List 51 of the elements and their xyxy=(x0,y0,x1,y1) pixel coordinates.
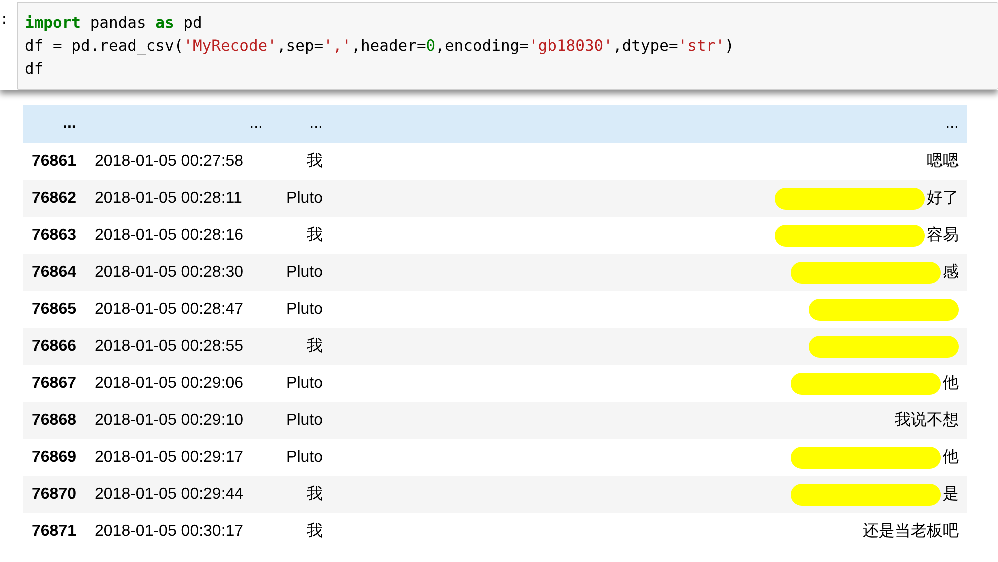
speaker-cell: 我 xyxy=(307,523,323,540)
code-line: import pandas as pd xyxy=(25,13,204,34)
message-cell-text: 容易 xyxy=(927,226,959,246)
row-index: 76865 xyxy=(32,300,76,318)
message-cell-text: 他 xyxy=(943,448,959,468)
row-index: 76868 xyxy=(32,412,76,428)
speaker-cell: Pluto xyxy=(286,448,323,466)
row-index: 76869 xyxy=(32,448,76,466)
time-cell: 2018-01-05 00:29:06 xyxy=(95,374,244,392)
speaker-cell: ... xyxy=(310,115,323,132)
message-cell-text: 他 xyxy=(943,374,959,394)
row-index: 76862 xyxy=(32,190,76,206)
message-cell-text: 感 xyxy=(943,262,959,283)
speaker-cell: 我 xyxy=(307,338,323,355)
speaker-cell: Pluto xyxy=(286,264,323,280)
time-cell: ... xyxy=(250,115,263,132)
time-cell: 2018-01-05 00:28:16 xyxy=(95,226,244,244)
row-index: 76861 xyxy=(32,152,76,170)
time-cell: 2018-01-05 00:27:58 xyxy=(95,152,244,170)
code-line: df = pd.read_csv('MyRecode',sep=',',header=0,encoding='gb18030',dtype='str') xyxy=(25,36,736,57)
time-cell: 2018-01-05 00:30:17 xyxy=(95,522,244,540)
row-index: 76866 xyxy=(32,338,76,354)
row-index: 76864 xyxy=(32,264,76,280)
time-cell: 2018-01-05 00:28:30 xyxy=(95,264,244,280)
time-cell: 2018-01-05 00:28:47 xyxy=(95,300,244,318)
message-cell: ... xyxy=(946,115,959,133)
message-cell-text: 是 xyxy=(943,485,959,505)
code-cell[interactable]: import pandas as pd df = pd.read_csv('MyRecode',sep=',',header=0,encoding='gb18030',dtype='str') df xyxy=(17,2,998,90)
code-line: df xyxy=(25,59,45,80)
message-cell-text: 还是当老板吧 xyxy=(863,522,959,542)
time-cell: 2018-01-05 00:29:17 xyxy=(95,448,244,466)
time-cell: 2018-01-05 00:29:10 xyxy=(95,412,244,428)
row-index: 76863 xyxy=(32,226,76,244)
speaker-cell: Pluto xyxy=(286,190,323,206)
speaker-cell: 我 xyxy=(307,227,323,244)
time-cell: 2018-01-05 00:29:44 xyxy=(95,486,244,502)
row-index: 76870 xyxy=(32,486,76,502)
time-cell: 2018-01-05 00:28:11 xyxy=(95,190,242,206)
speaker-cell: Pluto xyxy=(286,412,323,428)
speaker-cell: 我 xyxy=(307,153,323,170)
message-cell-text: 我说不想 xyxy=(895,410,959,431)
row-index: 76871 xyxy=(32,522,76,540)
speaker-cell: Pluto xyxy=(286,374,323,392)
row-index: ... xyxy=(63,115,76,132)
speaker-cell: 我 xyxy=(307,486,323,503)
speaker-cell: Pluto xyxy=(286,300,323,318)
prompt-label: : xyxy=(0,11,10,29)
message-cell-text: 嗯嗯 xyxy=(927,152,959,172)
row-index: 76867 xyxy=(32,374,76,392)
message-cell-text: 好了 xyxy=(927,189,959,209)
time-cell: 2018-01-05 00:28:55 xyxy=(95,338,244,354)
